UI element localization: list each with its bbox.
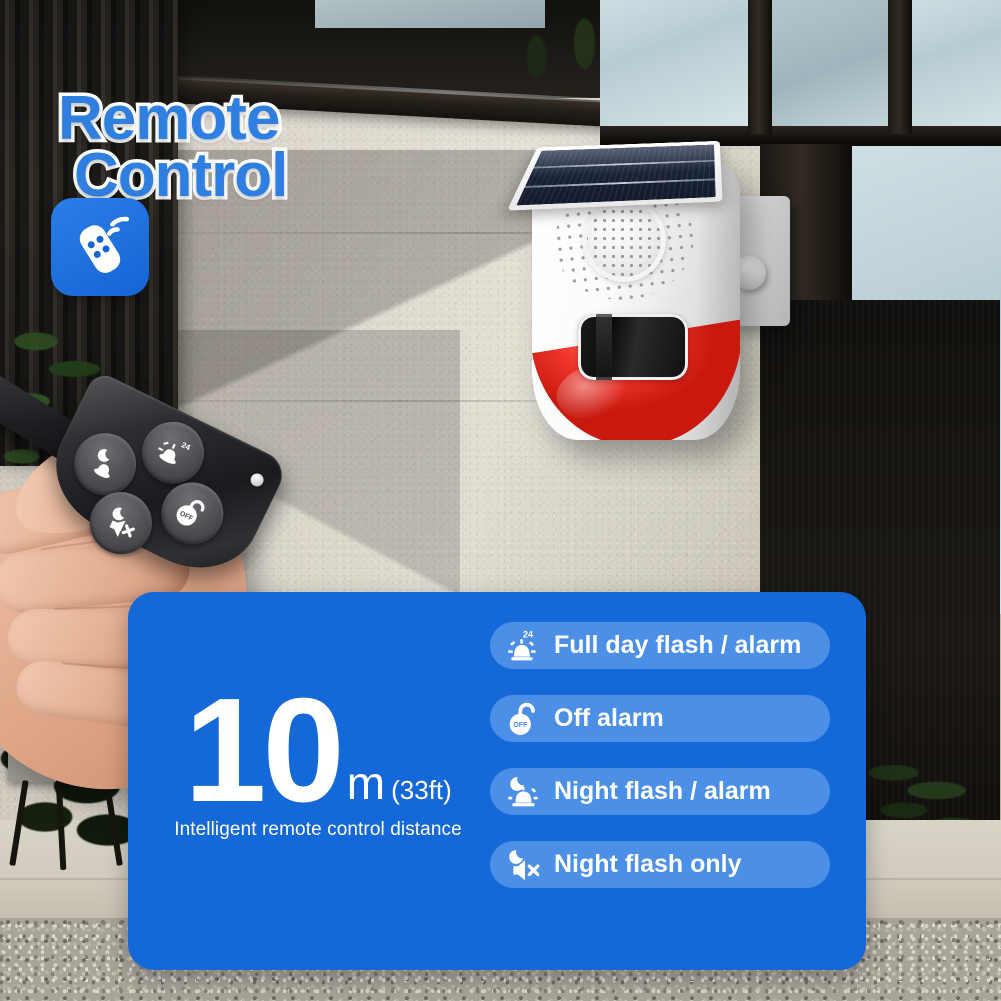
remote-control-icon (67, 214, 133, 280)
pir-sensor-window (578, 314, 688, 380)
feature-label: Off alarm (554, 704, 664, 733)
feature-item-night-alarm[interactable]: Night flash / alarm (490, 768, 830, 815)
product-marketing-image: 24 OFF Remote Control 10 m (33ft) Intell… (0, 0, 1001, 1001)
distance-alt-unit: (33ft) (385, 777, 452, 810)
moon-mute-icon (507, 848, 541, 882)
feature-label: Night flash / alarm (554, 777, 771, 806)
svg-text:24: 24 (523, 629, 533, 639)
moon-mute-icon-wrap (504, 845, 544, 885)
feature-label: Night flash only (554, 850, 742, 879)
feature-item-full-day[interactable]: 24 Full day flash / alarm (490, 622, 830, 669)
feature-label: Full day flash / alarm (554, 631, 801, 660)
siren-24h-icon: 24 (507, 629, 541, 663)
feature-item-night-flash-only[interactable]: Night flash only (490, 841, 830, 888)
headline-line-2: Control (58, 147, 287, 204)
unlocked-off-icon: OFF (170, 491, 215, 536)
window-mullion (888, 0, 912, 134)
distance-caption: Intelligent remote control distance (168, 819, 468, 841)
moon-siren-icon (82, 442, 127, 487)
solar-panel (507, 141, 723, 211)
info-panel: 10 m (33ft) Intelligent remote control d… (128, 592, 866, 970)
siren-24h-icon-wrap: 24 (504, 626, 544, 666)
glass-pane (910, 0, 1001, 126)
feature-item-off-alarm[interactable]: OFF Off alarm (490, 695, 830, 742)
feature-list: 24 Full day flash / alarm OFF Off alarm … (490, 622, 830, 914)
unlocked-off-icon: OFF (507, 702, 541, 736)
pir-lens-stripe (596, 314, 612, 380)
unlocked-off-icon-wrap: OFF (504, 699, 544, 739)
distance-unit: m (341, 760, 385, 810)
svg-text:OFF: OFF (513, 721, 527, 728)
upper-glass-reflection (315, 0, 545, 28)
svg-text:24: 24 (180, 440, 192, 452)
distance-value: 10 (184, 692, 341, 810)
solar-siren-alarm (492, 108, 792, 458)
moon-mute-icon (98, 500, 143, 545)
remote-control-badge (51, 198, 149, 296)
moon-siren-icon (507, 775, 541, 809)
siren-24h-icon: 24 (150, 430, 195, 475)
moon-siren-icon-wrap (504, 772, 544, 812)
speaker-cone (582, 198, 666, 282)
distance-block: 10 m (33ft) Intelligent remote control d… (168, 692, 468, 841)
distance-value-row: 10 m (33ft) (168, 692, 468, 810)
